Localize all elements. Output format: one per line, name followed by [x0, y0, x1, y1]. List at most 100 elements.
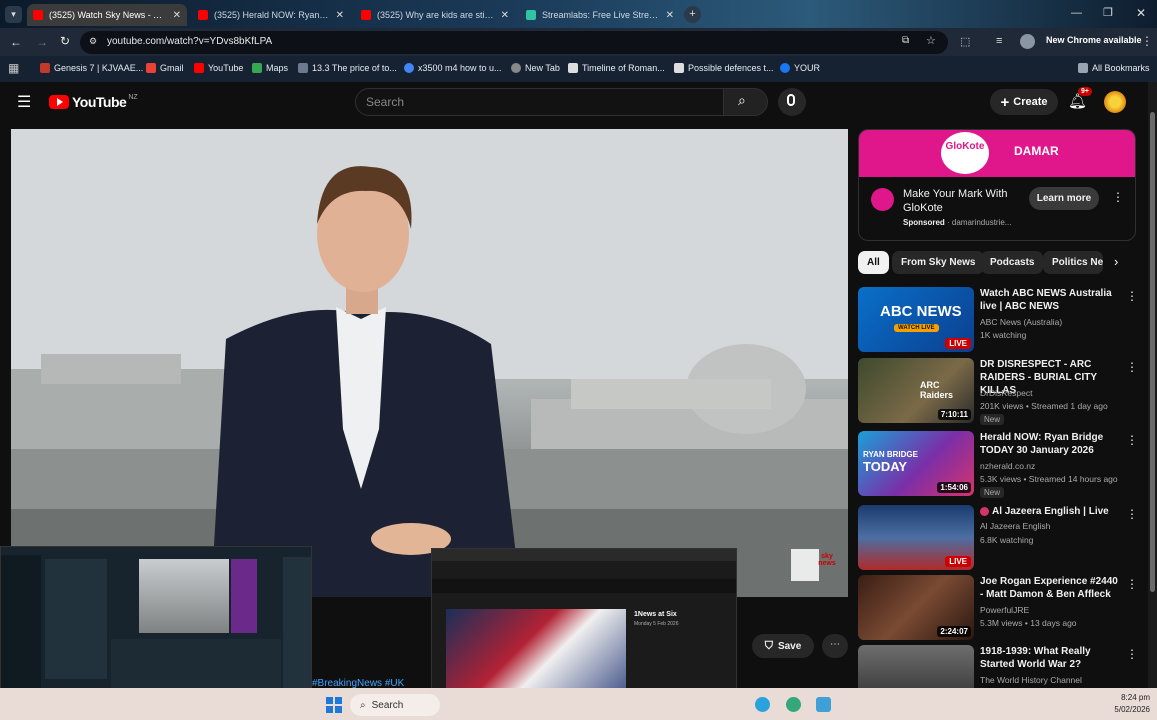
account-avatar[interactable]	[1104, 91, 1126, 113]
bookmark-item[interactable]: Possible defences t...	[674, 63, 774, 73]
close-tab-icon[interactable]: ✕	[660, 10, 674, 21]
voice-search-button[interactable]	[778, 88, 806, 116]
update-chrome-button[interactable]: New Chrome available	[1046, 35, 1142, 45]
video-thumbnail[interactable]: ARC Raiders 7:10:11	[858, 358, 974, 423]
ad-title: Make Your Mark With GloKote	[903, 188, 1008, 214]
extensions-icon[interactable]: ⬚	[960, 35, 970, 48]
live-badge: LIVE	[945, 556, 971, 567]
chip-all[interactable]: All	[858, 251, 889, 274]
forward-icon[interactable]: →	[36, 35, 48, 49]
overlay-news-date: Monday 5 Feb 2026	[634, 621, 679, 627]
minimize-icon[interactable]: —	[1071, 7, 1082, 19]
clock-time: 8:24 pm	[1121, 693, 1150, 702]
profile-avatar[interactable]	[1020, 34, 1035, 49]
scrollbar[interactable]	[1148, 82, 1157, 688]
site-info-icon[interactable]: ⚙	[89, 36, 97, 47]
close-tab-icon[interactable]: ✕	[167, 10, 181, 21]
tab-streamlabs[interactable]: Streamlabs: Free Live Streaming ✕	[520, 4, 680, 26]
close-window-icon[interactable]: ✕	[1136, 6, 1146, 20]
sponsored-ad-card[interactable]: GloKote DAMAR Make Your Mark With GloKot…	[858, 129, 1136, 241]
bookmark-item[interactable]: 13.3 The price of to...	[298, 63, 397, 73]
bookmark-label: New Tab	[525, 63, 560, 73]
reload-icon[interactable]: ↻	[60, 34, 70, 48]
video-thumbnail[interactable]: 2:24:07	[858, 575, 974, 640]
app-icon[interactable]	[816, 697, 831, 712]
chrome-menu-icon[interactable]: ⋮	[1141, 34, 1153, 48]
bookmark-item[interactable]: YOUR	[780, 63, 820, 73]
bookmark-favicon-icon	[40, 63, 50, 73]
close-tab-icon[interactable]: ✕	[330, 10, 344, 21]
more-icon[interactable]: ⋮	[1126, 647, 1138, 661]
windows-start-icon[interactable]	[326, 697, 342, 713]
hamburger-menu-icon[interactable]: ☰	[17, 92, 31, 112]
taskbar-search-box[interactable]: ⌕ Search	[350, 694, 440, 716]
bookmark-item[interactable]: Gmail	[146, 63, 184, 73]
bookmark-label: All Bookmarks	[1092, 63, 1150, 73]
youtube-logo[interactable]: YouTube NZ	[49, 94, 138, 110]
search-input[interactable]: Search	[355, 88, 724, 116]
more-icon[interactable]: ⋮	[1126, 577, 1138, 591]
recommendation-item[interactable]: LIVE Al Jazeera English | Live Al Jazeer…	[858, 505, 1148, 571]
apps-grid-icon[interactable]: ▦	[8, 61, 19, 75]
bookmark-item[interactable]: YouTube	[194, 63, 243, 73]
video-thumbnail[interactable]: LIVE	[858, 505, 974, 570]
bookmark-item[interactable]: Genesis 7 | KJVAAE...	[40, 63, 143, 73]
install-app-icon[interactable]: ⧉	[902, 35, 909, 46]
learn-more-button[interactable]: Learn more	[1029, 187, 1099, 210]
recommendation-item[interactable]: 1918-1939: What Really Started World War…	[858, 645, 1148, 688]
scrollbar-thumb[interactable]	[1150, 112, 1155, 592]
chip-podcasts[interactable]: Podcasts	[981, 251, 1044, 274]
save-label: Save	[777, 640, 802, 652]
back-icon[interactable]: ←	[10, 35, 22, 49]
create-button[interactable]: + Create	[990, 89, 1058, 115]
more-icon[interactable]: ⋮	[1126, 507, 1138, 521]
more-actions-button[interactable]: ⋯	[822, 634, 848, 658]
recommendation-item[interactable]: RYAN BRIDGE TODAY 1:54:06 Herald NOW: Ry…	[858, 431, 1148, 498]
more-icon[interactable]: ⋮	[1126, 433, 1138, 447]
bookmark-item[interactable]: x3500 m4 how to u...	[404, 63, 502, 73]
system-clock[interactable]: 8:24 pm 5/02/2026	[1100, 692, 1150, 716]
video-thumbnail[interactable]: RYAN BRIDGE TODAY 1:54:06	[858, 431, 974, 496]
bookmark-item[interactable]: New Tab	[511, 63, 560, 73]
bookmark-item[interactable]: Timeline of Roman...	[568, 63, 665, 73]
new-tab-button[interactable]: +	[684, 6, 701, 23]
telegram-icon[interactable]	[755, 697, 770, 712]
recommendation-item[interactable]: ARC Raiders 7:10:11 DR DISRESPECT - ARC …	[858, 358, 1148, 425]
tab-why-kids[interactable]: (3525) Why are kids are still ... ✕	[355, 4, 515, 26]
bookmark-star-icon[interactable]: ☆	[926, 34, 936, 47]
tvnz-window-preview[interactable]: 1News at Six Monday 5 Feb 2026	[431, 548, 737, 710]
all-bookmarks-button[interactable]: All Bookmarks	[1078, 63, 1150, 73]
more-icon[interactable]: ⋮	[1126, 289, 1138, 303]
bookmark-favicon-icon	[511, 63, 521, 73]
create-label: Create	[1013, 96, 1048, 108]
search-button[interactable]: ⌕	[723, 88, 768, 116]
tab-watch-sky-news[interactable]: (3525) Watch Sky News - YouTube ✕	[27, 4, 187, 26]
youtube-favicon-icon	[198, 10, 208, 20]
video-player[interactable]: sky news	[11, 129, 848, 597]
bookmark-label: x3500 m4 how to u...	[418, 63, 502, 73]
tab-herald-now[interactable]: (3525) Herald NOW: Ryan Bridge ✕	[192, 4, 350, 26]
video-thumbnail[interactable]	[858, 645, 974, 688]
youtube-favicon-icon	[33, 10, 43, 20]
channel-name: DrDisRespect	[980, 388, 1033, 398]
ad-menu-icon[interactable]: ⋮	[1112, 190, 1124, 204]
bookmark-item[interactable]: Maps	[252, 63, 288, 73]
edge-icon[interactable]	[786, 697, 801, 712]
recommendation-item[interactable]: ABC NEWS WATCH LIVE LIVE Watch ABC NEWS …	[858, 287, 1148, 353]
video-meta: 201K views • Streamed 1 day ago	[980, 401, 1108, 411]
youtube-icon	[194, 63, 204, 73]
glokote-logo: GloKote	[941, 132, 989, 174]
maximize-icon[interactable]: ❐	[1103, 6, 1113, 19]
recommendation-item[interactable]: 2:24:07 Joe Rogan Experience #2440 - Mat…	[858, 575, 1148, 641]
close-tab-icon[interactable]: ✕	[495, 10, 509, 21]
chip-from-sky-news[interactable]: From Sky News	[892, 251, 985, 274]
address-bar[interactable]: ⚙ youtube.com/watch?v=YDvs8bKfLPA ⧉ ☆	[80, 31, 948, 54]
more-icon[interactable]: ⋮	[1126, 360, 1138, 374]
tab-title: (3525) Why are kids are still ...	[377, 10, 495, 20]
chevron-right-icon[interactable]: ›	[1114, 254, 1118, 269]
save-button[interactable]: ⛉ Save	[752, 634, 814, 658]
chip-politics-news[interactable]: Politics Ne	[1043, 251, 1103, 274]
video-thumbnail[interactable]: ABC NEWS WATCH LIVE LIVE	[858, 287, 974, 352]
media-controls-icon[interactable]: ≡	[996, 35, 1002, 47]
tab-search-button[interactable]: ▾	[5, 6, 22, 23]
